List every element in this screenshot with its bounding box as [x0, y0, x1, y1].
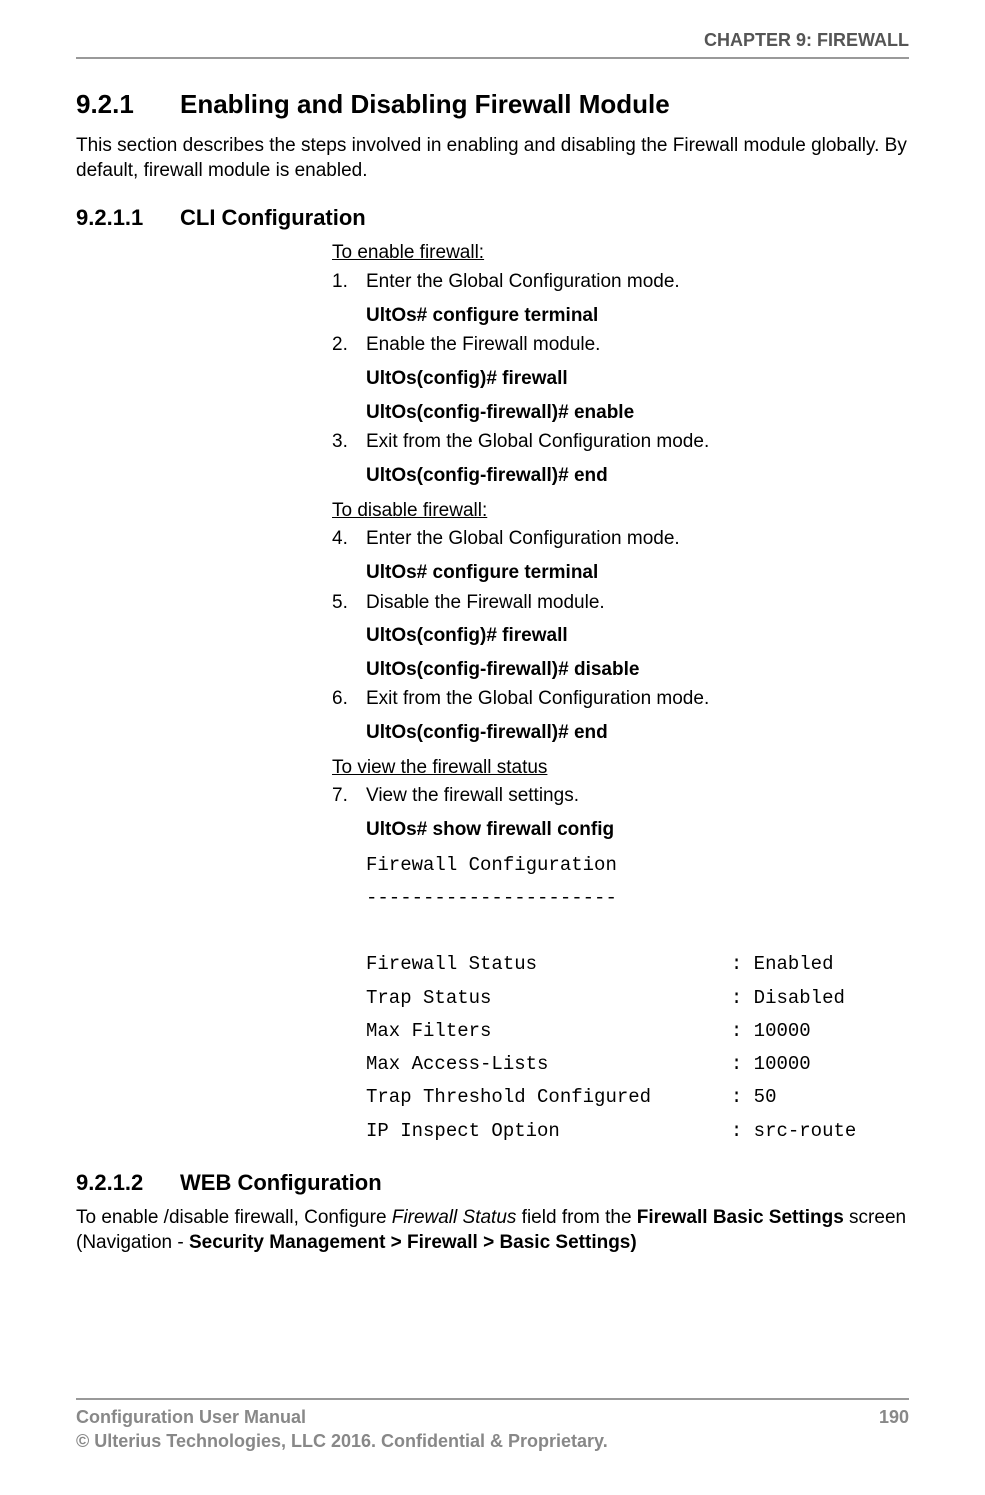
- step-row: 1. Enter the Global Configuration mode.: [332, 269, 909, 295]
- intro-paragraph: This section describes the steps involve…: [76, 134, 909, 183]
- heading-text: Enabling and Disabling Firewall Module: [180, 89, 670, 120]
- cli-command: UltOs(config)# firewall: [366, 366, 909, 392]
- step-num: 6.: [332, 686, 366, 712]
- cli-command: UltOs(config)# firewall: [366, 623, 909, 649]
- step-num: 7.: [332, 783, 366, 809]
- text-span: To enable /disable firewall, Configure: [76, 1207, 392, 1228]
- cli-command: UltOs# show firewall config: [366, 817, 909, 843]
- cli-body: To enable firewall: 1. Enter the Global …: [332, 241, 909, 1148]
- cli-command: UltOs(config-firewall)# end: [366, 463, 909, 489]
- heading-9-2-1: 9.2.1 Enabling and Disabling Firewall Mo…: [76, 89, 909, 120]
- text-bold: Security Management > Firewall > Basic S…: [189, 1232, 637, 1253]
- step-row: 5. Disable the Firewall module.: [332, 590, 909, 616]
- step-row: 2. Enable the Firewall module.: [332, 332, 909, 358]
- top-rule: [76, 57, 909, 59]
- step-text: Disable the Firewall module.: [366, 590, 909, 616]
- cli-command: UltOs# configure terminal: [366, 303, 909, 329]
- step-num: 4.: [332, 526, 366, 552]
- heading-num: 9.2.1.2: [76, 1170, 180, 1196]
- heading-9-2-1-1: 9.2.1.1 CLI Configuration: [76, 205, 909, 231]
- step-num: 3.: [332, 429, 366, 455]
- step-num: 2.: [332, 332, 366, 358]
- step-num: 1.: [332, 269, 366, 295]
- heading-num: 9.2.1.1: [76, 205, 180, 231]
- step-row: 6. Exit from the Global Configuration mo…: [332, 686, 909, 712]
- text-italic: Firewall Status: [392, 1207, 517, 1228]
- page-number: 190: [879, 1406, 909, 1453]
- cli-command: UltOs(config-firewall)# enable: [366, 400, 909, 426]
- step-num: 5.: [332, 590, 366, 616]
- heading-text: WEB Configuration: [180, 1170, 382, 1196]
- text-span: field from the: [516, 1207, 636, 1228]
- page-footer: Configuration User Manual © Ulterius Tec…: [76, 1398, 909, 1453]
- step-text: Enter the Global Configuration mode.: [366, 269, 909, 295]
- chapter-header: CHAPTER 9: FIREWALL: [76, 30, 909, 51]
- enable-label: To enable firewall:: [332, 241, 909, 266]
- cli-command: UltOs(config-firewall)# disable: [366, 657, 909, 683]
- step-text: Exit from the Global Configuration mode.: [366, 429, 909, 455]
- footer-rule: [76, 1398, 909, 1400]
- step-row: 7. View the firewall settings.: [332, 783, 909, 809]
- step-row: 3. Exit from the Global Configuration mo…: [332, 429, 909, 455]
- cli-command: UltOs# configure terminal: [366, 560, 909, 586]
- disable-label: To disable firewall:: [332, 499, 909, 524]
- cli-command: UltOs(config-firewall)# end: [366, 720, 909, 746]
- step-text: Enter the Global Configuration mode.: [366, 526, 909, 552]
- heading-num: 9.2.1: [76, 89, 180, 120]
- heading-9-2-1-2: 9.2.1.2 WEB Configuration: [76, 1170, 909, 1196]
- step-text: View the firewall settings.: [366, 783, 909, 809]
- view-label: To view the firewall status: [332, 756, 909, 781]
- text-bold: Firewall Basic Settings: [637, 1207, 844, 1228]
- step-text: Exit from the Global Configuration mode.: [366, 686, 909, 712]
- step-text: Enable the Firewall module.: [366, 332, 909, 358]
- web-paragraph: To enable /disable firewall, Configure F…: [76, 1206, 909, 1255]
- step-row: 4. Enter the Global Configuration mode.: [332, 526, 909, 552]
- cli-output: Firewall Configuration -----------------…: [366, 849, 909, 1148]
- heading-text: CLI Configuration: [180, 205, 366, 231]
- footer-title: Configuration User Manual: [76, 1406, 608, 1429]
- footer-copyright: © Ulterius Technologies, LLC 2016. Confi…: [76, 1430, 608, 1453]
